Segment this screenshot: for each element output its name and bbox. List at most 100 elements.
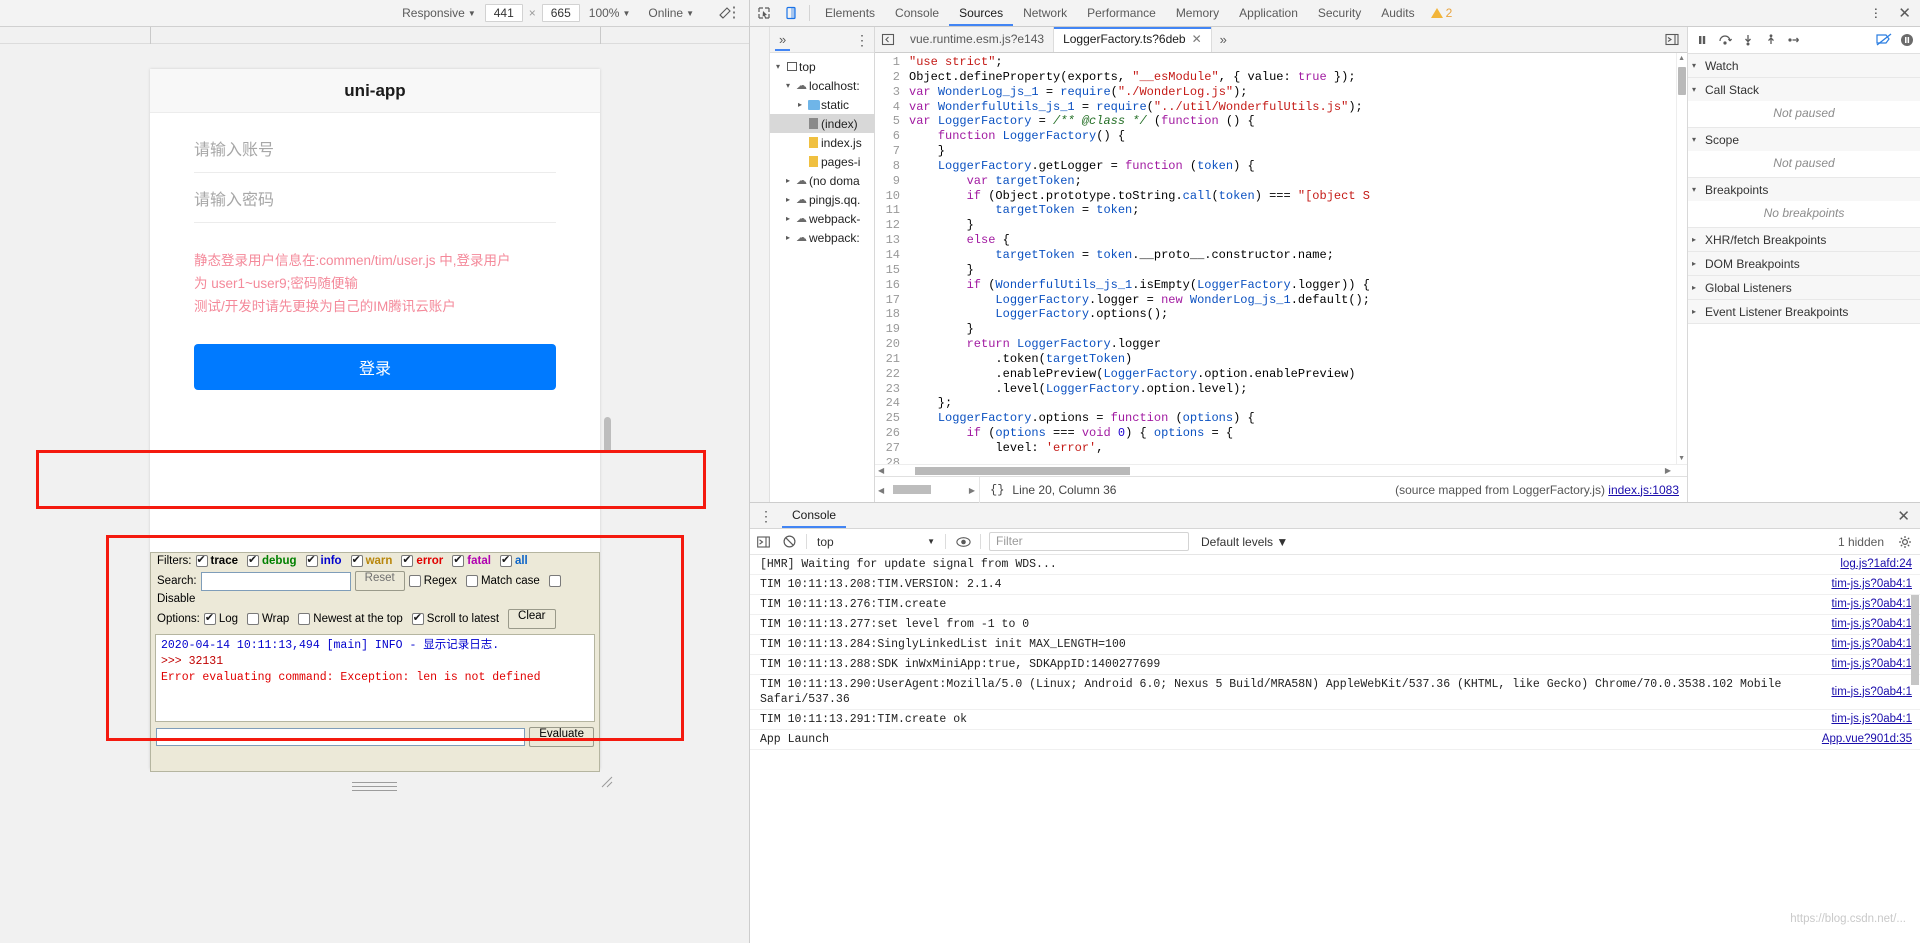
code-line[interactable]: function LoggerFactory() { [909, 129, 1687, 144]
execute-snippet-icon[interactable] [1657, 33, 1687, 46]
step-out-icon[interactable] [1759, 27, 1782, 53]
code-line[interactable]: .enablePreview(LoggerFactory.option.enab… [909, 367, 1687, 382]
console-filter-input[interactable]: Filter [989, 532, 1189, 551]
checkbox-icon[interactable] [203, 611, 216, 625]
tab-sources[interactable]: Sources [949, 0, 1013, 26]
tree-node-nodomain[interactable]: ▸ ☁ (no doma [770, 171, 874, 190]
twisty-icon[interactable]: ▾ [772, 62, 784, 71]
checkbox-icon[interactable] [401, 553, 414, 567]
pause-icon[interactable] [1690, 27, 1713, 53]
console-message-source[interactable]: log.js?1afd:24 [1840, 557, 1912, 572]
devtools-menu-icon[interactable]: ⋮ [1862, 0, 1889, 26]
console-message-source[interactable]: tim-js.js?0ab4:1 [1831, 617, 1912, 632]
eval-input[interactable] [156, 728, 526, 746]
zoom-select[interactable]: 100% ▼ [580, 6, 640, 20]
scroll-right-icon[interactable]: ▶ [969, 486, 975, 495]
scroll-down-icon[interactable]: ▼ [1678, 455, 1685, 462]
scroll-left-icon[interactable]: ◀ [878, 486, 884, 495]
console-message-source[interactable]: tim-js.js?0ab4:1 [1831, 577, 1912, 592]
pause-on-exceptions-icon[interactable] [1895, 27, 1918, 53]
throttling-select[interactable]: Online ▼ [639, 6, 703, 20]
checkbox-icon[interactable] [305, 553, 318, 567]
editor-tab-vue-runtime[interactable]: vue.runtime.esm.js?e143 [901, 27, 1055, 52]
tab-memory[interactable]: Memory [1166, 0, 1229, 26]
scroll-right-icon[interactable]: ▶ [1665, 466, 1671, 475]
code-line[interactable]: if (WonderfulUtils_js_1.isEmpty(LoggerFa… [909, 278, 1687, 293]
filter-info[interactable]: info [305, 553, 342, 567]
filter-warn[interactable]: warn [350, 553, 392, 567]
option-log[interactable]: Log [203, 611, 238, 625]
page-scrollbar-thumb[interactable] [604, 417, 611, 453]
filter-error[interactable]: error [401, 553, 443, 567]
login-button[interactable]: 登录 [194, 344, 556, 390]
execution-context-icon[interactable] [750, 529, 776, 554]
code-line[interactable]: else { [909, 233, 1687, 248]
twisty-icon[interactable]: ▸ [782, 233, 794, 242]
navigator-menu-icon[interactable]: ⋮ [855, 33, 869, 47]
option-newest-top[interactable]: Newest at the top [298, 613, 403, 625]
code-line[interactable]: Object.defineProperty(exports, "__esModu… [909, 70, 1687, 85]
tree-node-webpack1[interactable]: ▸ ☁ webpack- [770, 209, 874, 228]
tree-node-webpack2[interactable]: ▸ ☁ webpack: [770, 228, 874, 247]
device-select[interactable]: Responsive ▼ [393, 6, 485, 20]
console-message-source[interactable]: tim-js.js?0ab4:1 [1831, 637, 1912, 652]
checkbox-icon[interactable] [499, 553, 512, 567]
code-line[interactable]: } [909, 144, 1687, 159]
code-line[interactable]: } [909, 322, 1687, 337]
checkbox-icon[interactable] [195, 553, 208, 567]
drawer-tab-console[interactable]: Console [782, 503, 846, 528]
warning-badge[interactable]: 2 [1425, 6, 1459, 20]
step-over-icon[interactable] [1713, 27, 1736, 53]
checkbox-icon[interactable] [452, 553, 465, 567]
account-input[interactable]: 请输入账号 [194, 123, 556, 173]
checkbox-icon[interactable] [408, 575, 421, 587]
code-line[interactable]: .token(targetToken) [909, 352, 1687, 367]
console-message-source[interactable]: tim-js.js?0ab4:1 [1831, 712, 1912, 727]
password-input[interactable]: 请输入密码 [194, 173, 556, 223]
tab-application[interactable]: Application [1229, 0, 1308, 26]
code-line[interactable]: var LoggerFactory = /** @class */ (funct… [909, 114, 1687, 129]
code-line[interactable]: "use strict"; [909, 55, 1687, 70]
tree-node-index[interactable]: (index) [770, 114, 874, 133]
console-scroll-thumb[interactable] [1911, 595, 1919, 685]
option-wrap[interactable]: Wrap [247, 613, 289, 625]
viewport-corner-handle[interactable] [600, 775, 614, 789]
tree-node-pingjs[interactable]: ▸ ☁ pingjs.qq. [770, 190, 874, 209]
console-levels-select[interactable]: Default levels ▼ [1193, 535, 1296, 549]
evaluate-button[interactable]: Evaluate [529, 727, 594, 747]
twisty-icon[interactable]: ▸ [782, 214, 794, 223]
section-header-callstack[interactable]: ▾ Call Stack [1688, 78, 1920, 101]
device-width-input[interactable]: 441 [484, 4, 523, 22]
search-input[interactable] [200, 571, 351, 591]
code-vertical-scrollbar[interactable]: ▲ ▼ [1676, 53, 1687, 464]
tree-node-pages[interactable]: pages-i [770, 152, 874, 171]
match-case-option[interactable]: Match case [465, 575, 540, 587]
source-mapped-link[interactable]: index.js:1083 [1608, 483, 1679, 497]
twisty-icon[interactable]: ▸ [782, 195, 794, 204]
code-line[interactable]: LoggerFactory.options(); [909, 307, 1687, 322]
section-header-watch[interactable]: ▾ Watch [1688, 54, 1920, 77]
pretty-print-icon[interactable]: {} [980, 483, 1012, 497]
filter-debug[interactable]: debug [247, 553, 297, 567]
clear-console-icon[interactable] [776, 529, 802, 554]
code-horizontal-scrollbar[interactable]: ◀ ▶ [875, 464, 1687, 476]
code-line[interactable]: LoggerFactory.getLogger = function (toke… [909, 159, 1687, 174]
code-line[interactable]: .level(LoggerFactory.option.level); [909, 382, 1687, 397]
code-line[interactable]: level: 'error', [909, 441, 1687, 456]
devtools-close-icon[interactable]: ✕ [1889, 4, 1920, 22]
tab-elements[interactable]: Elements [815, 0, 885, 26]
checkbox-icon[interactable] [465, 575, 478, 587]
disable-checkbox-icon[interactable] [548, 575, 561, 587]
tree-node-top[interactable]: ▾ top [770, 57, 874, 76]
twisty-icon[interactable]: ▾ [782, 81, 794, 90]
section-header-scope[interactable]: ▾ Scope [1688, 128, 1920, 151]
regex-option[interactable]: Regex [408, 575, 457, 587]
code-line[interactable]: if (options === void 0) { options = { [909, 426, 1687, 441]
navigator-hthumb[interactable] [893, 484, 931, 494]
code-line[interactable]: var WonderfulUtils_js_1 = require("../ut… [909, 100, 1687, 115]
option-scroll-latest[interactable]: Scroll to latest [411, 611, 499, 625]
code-line[interactable]: if (Object.prototype.toString.call(token… [909, 189, 1687, 204]
editor-tab-loggerfactory[interactable]: LoggerFactory.ts?6deb ✕ [1054, 27, 1212, 52]
tab-performance[interactable]: Performance [1077, 0, 1166, 26]
twisty-icon[interactable]: ▸ [782, 176, 794, 185]
